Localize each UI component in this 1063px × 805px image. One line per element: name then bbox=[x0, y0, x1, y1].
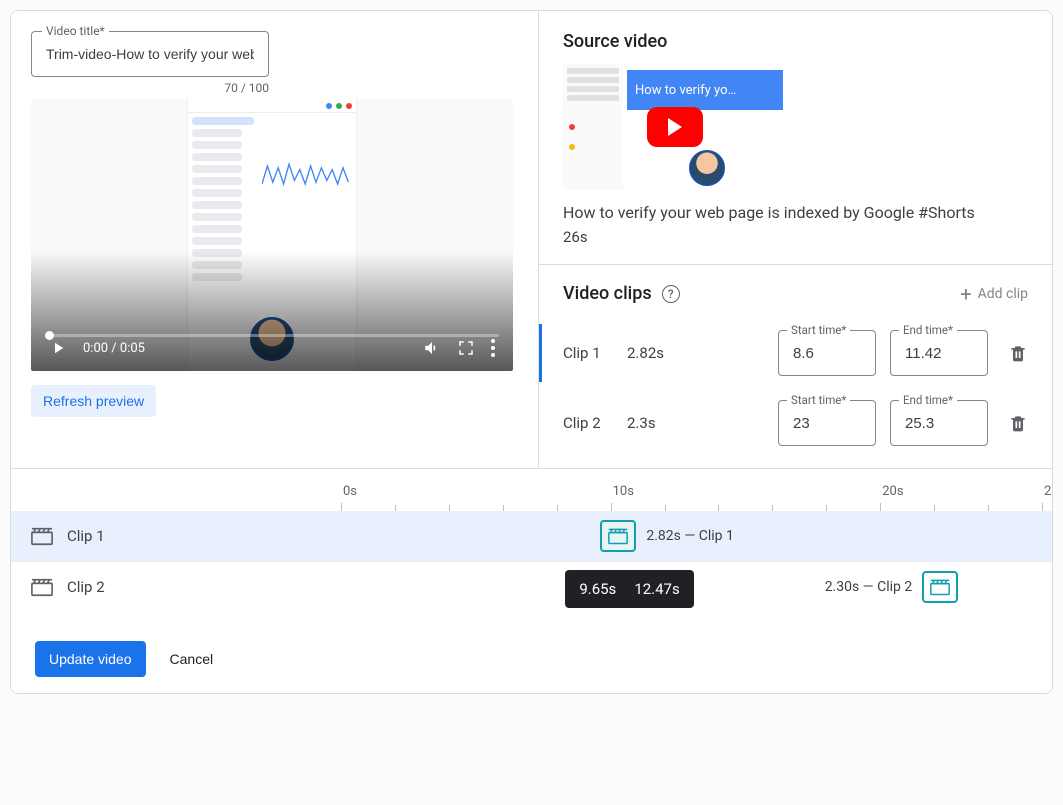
thumb-title: How to verify yo… bbox=[627, 70, 783, 110]
video-title-label: Video title* bbox=[42, 24, 109, 38]
video-clips-heading: Video clips bbox=[563, 283, 652, 304]
player-time: 0:00 / 0:05 bbox=[83, 341, 145, 356]
clip1-start-input[interactable] bbox=[791, 344, 863, 363]
timeline-row-label: Clip 1 bbox=[67, 527, 105, 545]
clip2-start-input[interactable] bbox=[791, 414, 863, 433]
clip-row-2: Clip 2 2.3s Start time* End time* bbox=[563, 388, 1028, 458]
source-video-heading: Source video bbox=[563, 31, 1028, 52]
cancel-button[interactable]: Cancel bbox=[164, 650, 220, 668]
fullscreen-icon[interactable] bbox=[457, 339, 475, 357]
clip-name: Clip 2 bbox=[563, 414, 613, 432]
left-pane: Video title* 70 / 100 bbox=[11, 11, 539, 468]
timeline-block-clip1[interactable]: 2.82s — Clip 1 bbox=[600, 519, 734, 553]
clip-duration: 2.82s bbox=[627, 344, 677, 362]
clapper-icon bbox=[31, 526, 53, 546]
ruler-label: 10s bbox=[613, 484, 634, 499]
volume-icon[interactable] bbox=[423, 339, 441, 357]
timeline-row-clip2[interactable]: Clip 2 9.65s 12.47s 2.30s — Clip 2 bbox=[11, 561, 1052, 611]
video-title-input[interactable] bbox=[44, 45, 256, 63]
refresh-preview-button[interactable]: Refresh preview bbox=[31, 385, 156, 417]
clip1-handle-icon[interactable] bbox=[600, 520, 636, 552]
play-icon[interactable] bbox=[49, 339, 67, 357]
clip2-end-field[interactable]: End time* bbox=[890, 400, 988, 446]
ruler-label: 26s bbox=[1044, 484, 1053, 499]
timeline-block-clip2[interactable]: 2.30s — Clip 2 bbox=[825, 570, 959, 604]
update-video-button[interactable]: Update video bbox=[35, 641, 146, 677]
add-clip-button[interactable]: + Add clip bbox=[960, 284, 1028, 304]
clip2-handle-icon[interactable] bbox=[922, 571, 958, 603]
video-title-field[interactable]: Video title* bbox=[31, 31, 269, 77]
plus-icon: + bbox=[960, 284, 971, 304]
clapper-icon bbox=[31, 577, 53, 597]
clip2-start-field[interactable]: Start time* bbox=[778, 400, 876, 446]
timeline: 0s 10s 20s 26s Clip 1 2.82s — Clip 1 bbox=[11, 468, 1052, 625]
timeline-ruler: 0s10s20s26s bbox=[341, 483, 1042, 511]
help-icon[interactable]: ? bbox=[662, 285, 680, 303]
more-icon[interactable] bbox=[491, 339, 495, 357]
clip1-end-input[interactable] bbox=[903, 344, 975, 363]
source-video-thumbnail[interactable]: How to verify yo… bbox=[563, 64, 787, 190]
timeline-tooltip: 9.65s 12.47s bbox=[565, 570, 693, 608]
char-count: 70 / 100 bbox=[31, 81, 269, 95]
clip-row-1: Clip 1 2.82s Start time* End time* bbox=[563, 318, 1028, 388]
timeline-row-label: Clip 2 bbox=[67, 578, 105, 596]
delete-clip2-button[interactable] bbox=[1008, 412, 1028, 434]
clip1-end-field[interactable]: End time* bbox=[890, 330, 988, 376]
ruler-label: 0s bbox=[343, 484, 357, 499]
clip1-start-field[interactable]: Start time* bbox=[778, 330, 876, 376]
ruler-label: 20s bbox=[882, 484, 903, 499]
clip2-end-input[interactable] bbox=[903, 414, 975, 433]
timeline-row-clip1[interactable]: Clip 1 2.82s — Clip 1 bbox=[11, 511, 1052, 561]
footer: Update video Cancel bbox=[11, 625, 1052, 693]
clip-name: Clip 1 bbox=[563, 344, 613, 362]
editor-card: Video title* 70 / 100 bbox=[10, 10, 1053, 694]
delete-clip1-button[interactable] bbox=[1008, 342, 1028, 364]
source-video-duration: 26s bbox=[563, 228, 1028, 246]
youtube-play-icon[interactable] bbox=[647, 107, 703, 147]
clip-duration: 2.3s bbox=[627, 414, 677, 432]
video-preview[interactable]: 0:00 / 0:05 bbox=[31, 99, 513, 371]
thumb-avatar bbox=[689, 150, 725, 186]
right-pane: Source video How to verify yo… How to ve… bbox=[539, 11, 1052, 468]
source-video-title: How to verify your web page is indexed b… bbox=[563, 202, 1028, 224]
